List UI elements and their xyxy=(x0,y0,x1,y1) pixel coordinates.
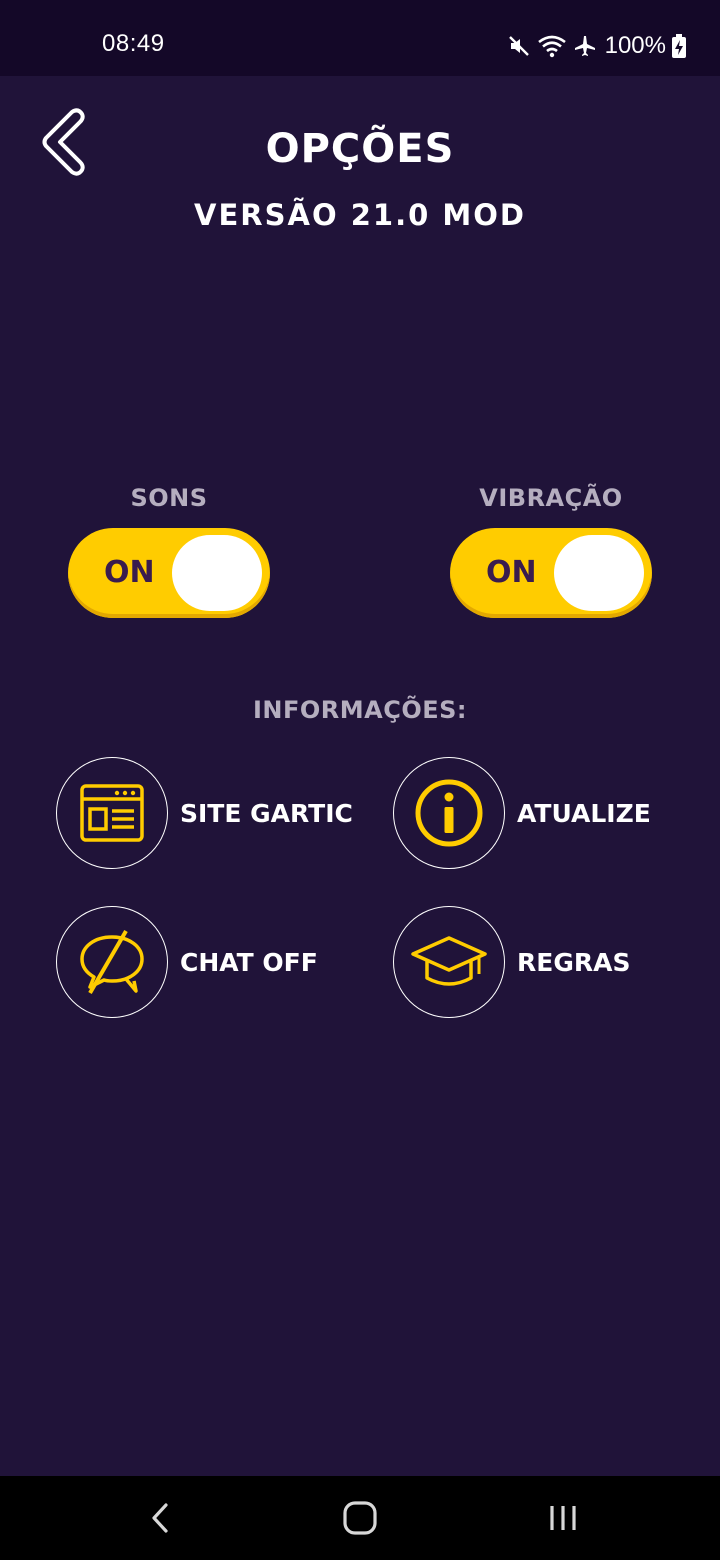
version-label: VERSÃO 21.0 MOD xyxy=(194,198,526,232)
nav-home-button[interactable] xyxy=(310,1476,410,1560)
regras-button[interactable]: REGRAS xyxy=(393,906,630,1018)
info-title: INFORMAÇÕES: xyxy=(252,696,468,724)
atualize-circle xyxy=(393,757,505,869)
regras-circle xyxy=(393,906,505,1018)
airplane-icon xyxy=(574,36,595,56)
wifi-icon xyxy=(537,35,566,58)
atualize-button[interactable]: ATUALIZE xyxy=(393,757,651,869)
battery-charging-icon xyxy=(672,34,686,58)
status-bar: 08:49 100% xyxy=(0,0,720,76)
nav-recents-button[interactable] xyxy=(513,1476,613,1560)
nav-home-icon xyxy=(343,1501,377,1535)
vibration-label: VIBRAÇÃO xyxy=(479,484,623,512)
chat-off-circle xyxy=(56,906,168,1018)
nav-back-icon xyxy=(152,1503,168,1533)
atualize-label: ATUALIZE xyxy=(517,798,651,828)
system-nav-bar xyxy=(0,1476,720,1560)
sounds-toggle-knob xyxy=(172,535,262,611)
vibration-toggle-knob xyxy=(554,535,644,611)
graduation-cap-icon xyxy=(411,936,487,986)
battery-level: 100% xyxy=(604,32,666,59)
nav-back-button[interactable] xyxy=(110,1476,210,1560)
status-time: 08:49 xyxy=(102,30,165,57)
chat-off-label: CHAT OFF xyxy=(180,947,318,977)
status-icons: 100% xyxy=(507,30,686,62)
chat-off-button[interactable]: CHAT OFF xyxy=(56,906,318,1018)
sounds-label: SONS xyxy=(130,484,208,512)
sounds-toggle-state: ON xyxy=(104,555,155,590)
nav-recents-icon xyxy=(550,1506,576,1530)
info-icon xyxy=(415,779,483,847)
page-title: OPÇÕES xyxy=(265,126,455,172)
site-gartic-button[interactable]: SITE GARTIC xyxy=(56,757,353,869)
regras-label: REGRAS xyxy=(517,947,631,977)
vibration-toggle-state: ON xyxy=(486,555,537,590)
site-gartic-circle xyxy=(56,757,168,869)
sounds-toggle[interactable]: ON xyxy=(68,528,270,618)
vibration-toggle[interactable]: ON xyxy=(450,528,652,618)
website-icon xyxy=(80,784,144,842)
chat-off-icon xyxy=(80,929,144,995)
mute-icon xyxy=(508,36,529,56)
site-gartic-label: SITE GARTIC xyxy=(180,798,353,828)
